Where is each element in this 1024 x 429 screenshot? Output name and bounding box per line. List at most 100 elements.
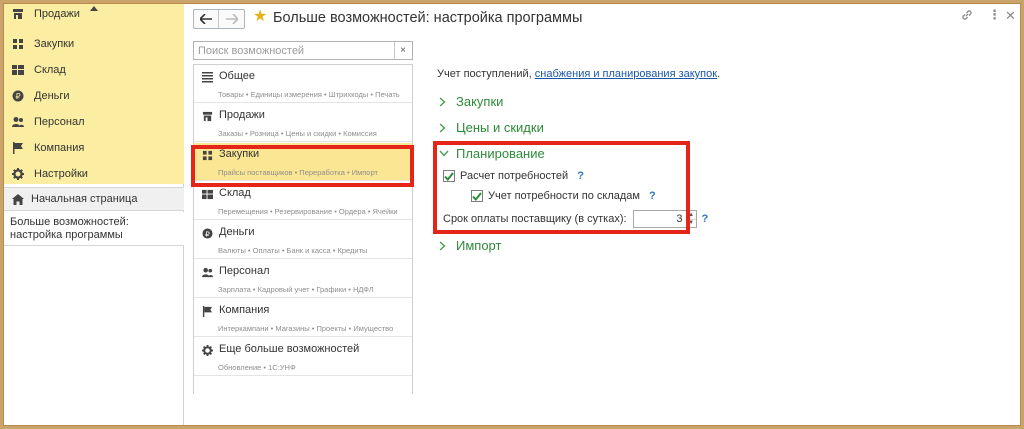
payment-term-input[interactable] xyxy=(633,211,686,227)
group-title: Закупки xyxy=(456,94,504,109)
feature-item-purchases[interactable]: Закупки Прайсы поставщиков • Переработка… xyxy=(194,143,412,181)
warehouse-needs-row: Учет потребности по складам ? xyxy=(471,190,656,202)
chevron-right-icon xyxy=(439,96,451,107)
warehouse-cart-icon xyxy=(202,150,213,161)
favorite-star-icon[interactable]: ★ xyxy=(253,8,267,26)
feature-name: Общее xyxy=(219,70,256,82)
section-item-company[interactable]: Компания xyxy=(4,135,184,161)
navigation-buttons xyxy=(193,9,245,29)
feature-name: Склад xyxy=(219,187,251,199)
back-button[interactable] xyxy=(194,10,220,28)
section-item-label: Закупки xyxy=(34,38,75,50)
group-planning[interactable]: Планирование xyxy=(437,146,545,161)
needs-calc-row: Расчет потребностей ? xyxy=(443,170,584,182)
section-item-label: Склад xyxy=(34,64,66,76)
feature-subitems: Перемещения • Резервирование • Ордера • … xyxy=(218,207,398,216)
help-icon[interactable]: ? xyxy=(702,213,709,225)
warehouse-needs-label: Учет потребности по складам xyxy=(488,190,640,202)
payment-term-field: ▲ ▼ xyxy=(632,210,697,228)
list-lines-icon xyxy=(202,72,213,83)
home-page-link[interactable]: Начальная страница xyxy=(4,187,184,211)
intro-link[interactable]: снабжения и планирования закупок xyxy=(535,68,717,80)
sections-panel: Продажи Закупки Склад ₽ Деньги Персонал … xyxy=(4,4,184,425)
settings-content: Учет поступлений, снабжения и планирован… xyxy=(433,64,1017,424)
feature-name: Персонал xyxy=(219,265,270,277)
more-menu-icon[interactable]: ⋮ xyxy=(988,7,1001,23)
intro-label: Учет поступлений, xyxy=(437,68,535,80)
group-import[interactable]: Импорт xyxy=(437,238,501,253)
shop-icon xyxy=(12,8,24,20)
help-icon[interactable]: ? xyxy=(649,190,656,202)
feature-item-general[interactable]: Общее Товары • Единицы измерения • Штрих… xyxy=(194,65,412,103)
group-title: Цены и скидки xyxy=(456,120,544,135)
group-prices-discounts[interactable]: Цены и скидки xyxy=(437,120,544,135)
group-purchases[interactable]: Закупки xyxy=(437,94,503,109)
feature-name: Компания xyxy=(219,304,270,316)
forward-button[interactable] xyxy=(219,10,244,28)
section-item-purchases[interactable]: Закупки xyxy=(4,31,184,57)
flag-icon xyxy=(202,306,213,317)
chevron-right-icon xyxy=(439,240,451,251)
payment-term-label: Срок оплаты поставщику (в сутках): xyxy=(443,213,627,225)
section-item-label: Настройки xyxy=(34,168,88,180)
ruble-coin-icon: ₽ xyxy=(12,90,24,102)
app-frame: Продажи Закупки Склад ₽ Деньги Персонал … xyxy=(3,3,1021,426)
intro-end: . xyxy=(717,68,721,80)
group-title: Импорт xyxy=(456,238,502,253)
search-input[interactable] xyxy=(194,42,394,59)
payment-term-row: Срок оплаты поставщику (в сутках): ▲ ▼ ? xyxy=(443,210,708,228)
feature-item-money[interactable]: ₽ Деньги Валюты • Оплаты • Банк и касса … xyxy=(194,221,412,259)
feature-item-personnel[interactable]: Персонал Зарплата • Кадровый учет • Граф… xyxy=(194,260,412,298)
search-field: × xyxy=(193,41,413,60)
needs-calc-label: Расчет потребностей xyxy=(460,170,569,182)
section-item-label: Деньги xyxy=(34,90,70,102)
sections-list: Продажи Закупки Склад ₽ Деньги Персонал … xyxy=(4,4,184,184)
feature-item-company[interactable]: Компания Интеркампани • Магазины • Проек… xyxy=(194,299,412,337)
svg-text:₽: ₽ xyxy=(15,92,20,101)
flag-icon xyxy=(12,142,24,154)
checkmark-icon xyxy=(472,191,482,201)
search-clear-button[interactable]: × xyxy=(394,42,411,59)
people-icon xyxy=(12,116,24,128)
grid-icon xyxy=(12,64,24,76)
intro-text: Учет поступлений, снабжения и планирован… xyxy=(437,68,720,80)
section-item-personnel[interactable]: Персонал xyxy=(4,109,184,135)
feature-subitems: Обновление • 1С:УНФ xyxy=(218,363,296,372)
arrow-left-icon xyxy=(200,14,212,24)
feature-item-sales[interactable]: Продажи Заказы • Розница • Цены и скидки… xyxy=(194,104,412,142)
chevron-down-icon xyxy=(439,150,451,157)
needs-calc-checkbox[interactable] xyxy=(443,170,455,182)
feature-subitems: Интеркампани • Магазины • Проекты • Имущ… xyxy=(218,324,394,333)
section-item-warehouse[interactable]: Склад xyxy=(4,57,184,83)
home-page-label: Начальная страница xyxy=(31,193,138,205)
open-window-item[interactable]: Больше возможностей: настройка программы xyxy=(4,212,184,246)
stepper-up-icon[interactable]: ▲ xyxy=(686,211,696,220)
feature-item-warehouse[interactable]: Склад Перемещения • Резервирование • Орд… xyxy=(194,182,412,220)
section-item-sales[interactable]: Продажи xyxy=(4,4,184,27)
checkmark-icon xyxy=(444,171,454,181)
warehouse-needs-checkbox[interactable] xyxy=(471,190,483,202)
payment-term-stepper[interactable]: ▲ ▼ xyxy=(685,211,696,228)
close-icon[interactable]: ✕ xyxy=(1005,8,1016,24)
grid-icon xyxy=(202,189,213,200)
section-item-label: Компания xyxy=(34,142,85,154)
link-icon[interactable] xyxy=(961,9,973,24)
section-item-label: Продажи xyxy=(34,8,80,20)
gear-icon xyxy=(12,168,24,180)
window-title: Больше возможностей: настройка программы xyxy=(273,10,583,26)
feature-name: Еще больше возможностей xyxy=(219,343,360,355)
feature-subitems: Заказы • Розница • Цены и скидки • Комис… xyxy=(218,129,377,138)
section-item-money[interactable]: ₽ Деньги xyxy=(4,83,184,109)
section-item-label: Персонал xyxy=(34,116,85,128)
chevron-right-icon xyxy=(439,122,451,133)
section-item-settings[interactable]: Настройки xyxy=(4,161,184,187)
svg-text:₽: ₽ xyxy=(205,229,210,238)
stepper-down-icon[interactable]: ▼ xyxy=(687,220,696,228)
feature-name: Деньги xyxy=(219,226,255,238)
help-icon[interactable]: ? xyxy=(577,170,584,182)
feature-subitems: Валюты • Оплаты • Банк и касса • Кредиты xyxy=(218,246,368,255)
feature-list: Общее Товары • Единицы измерения • Штрих… xyxy=(193,64,413,394)
feature-name: Закупки xyxy=(219,148,260,160)
feature-item-more[interactable]: Еще больше возможностей Обновление • 1С:… xyxy=(194,338,412,376)
warehouse-cart-icon xyxy=(12,38,24,50)
